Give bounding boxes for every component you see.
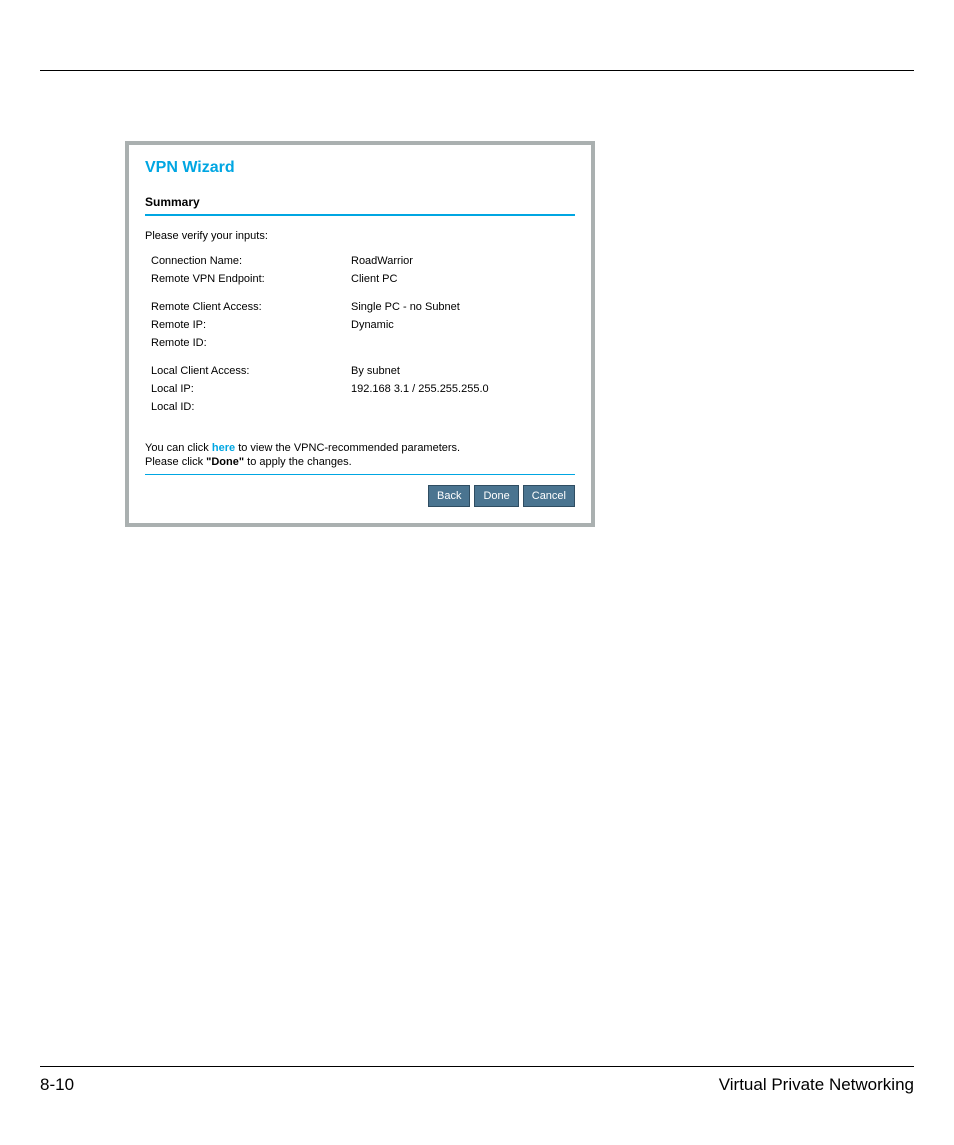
hint-text-post: to view the VPNC-recommended parameters.: [238, 442, 460, 454]
row-local-client-access: Local Client Access: By subnet: [151, 362, 575, 380]
apply-text-bold: "Done": [206, 456, 244, 468]
row-remote-endpoint: Remote VPN Endpoint: Client PC: [151, 270, 575, 288]
row-local-ip: Local IP: 192.168 3.1 / 255.255.255.0: [151, 380, 575, 398]
divider: [145, 214, 575, 216]
summary-group-remote: Remote Client Access: Single PC - no Sub…: [151, 298, 575, 352]
label-connection-name: Connection Name:: [151, 252, 351, 270]
row-remote-client-access: Remote Client Access: Single PC - no Sub…: [151, 298, 575, 316]
value-connection-name: RoadWarrior: [351, 252, 575, 270]
vpnc-hint-line: You can click here to view the VPNC-reco…: [145, 442, 575, 454]
value-local-id: [351, 398, 575, 416]
summary-group-local: Local Client Access: By subnet Local IP:…: [151, 362, 575, 416]
value-remote-endpoint: Client PC: [351, 270, 575, 288]
label-local-id: Local ID:: [151, 398, 351, 416]
summary-group-connection: Connection Name: RoadWarrior Remote VPN …: [151, 252, 575, 288]
wizard-button-row: Back Done Cancel: [145, 485, 575, 507]
hint-text-pre: You can click: [145, 442, 209, 454]
value-remote-client-access: Single PC - no Subnet: [351, 298, 575, 316]
apply-text-pre: Please click: [145, 456, 203, 468]
label-remote-id: Remote ID:: [151, 334, 351, 352]
apply-changes-line: Please click "Done" to apply the changes…: [145, 456, 575, 468]
row-remote-id: Remote ID:: [151, 334, 575, 352]
footer-row: 8-10 Virtual Private Networking: [40, 1075, 914, 1095]
page-footer: 8-10 Virtual Private Networking: [40, 1066, 914, 1095]
row-local-id: Local ID:: [151, 398, 575, 416]
cancel-button[interactable]: Cancel: [523, 485, 575, 507]
value-remote-id: [351, 334, 575, 352]
vpnc-params-link[interactable]: here: [212, 442, 235, 454]
label-local-client-access: Local Client Access:: [151, 362, 351, 380]
done-button[interactable]: Done: [474, 485, 518, 507]
label-remote-endpoint: Remote VPN Endpoint:: [151, 270, 351, 288]
value-local-ip: 192.168 3.1 / 255.255.255.0: [351, 380, 575, 398]
vpn-wizard-panel: VPN Wizard Summary Please verify your in…: [125, 141, 595, 527]
row-remote-ip: Remote IP: Dynamic: [151, 316, 575, 334]
label-remote-client-access: Remote Client Access:: [151, 298, 351, 316]
top-horizontal-rule: [40, 70, 914, 71]
document-page: VPN Wizard Summary Please verify your in…: [0, 0, 954, 1145]
divider: [145, 474, 575, 475]
page-number: 8-10: [40, 1075, 74, 1095]
wizard-section-heading: Summary: [145, 195, 575, 209]
label-local-ip: Local IP:: [151, 380, 351, 398]
apply-text-post: to apply the changes.: [247, 456, 352, 468]
chapter-title: Virtual Private Networking: [719, 1075, 914, 1095]
wizard-title: VPN Wizard: [145, 159, 575, 177]
verify-prompt: Please verify your inputs:: [145, 230, 575, 242]
label-remote-ip: Remote IP:: [151, 316, 351, 334]
value-remote-ip: Dynamic: [351, 316, 575, 334]
spacer: [145, 426, 575, 436]
value-local-client-access: By subnet: [351, 362, 575, 380]
bottom-horizontal-rule: [40, 1066, 914, 1067]
row-connection-name: Connection Name: RoadWarrior: [151, 252, 575, 270]
back-button[interactable]: Back: [428, 485, 470, 507]
